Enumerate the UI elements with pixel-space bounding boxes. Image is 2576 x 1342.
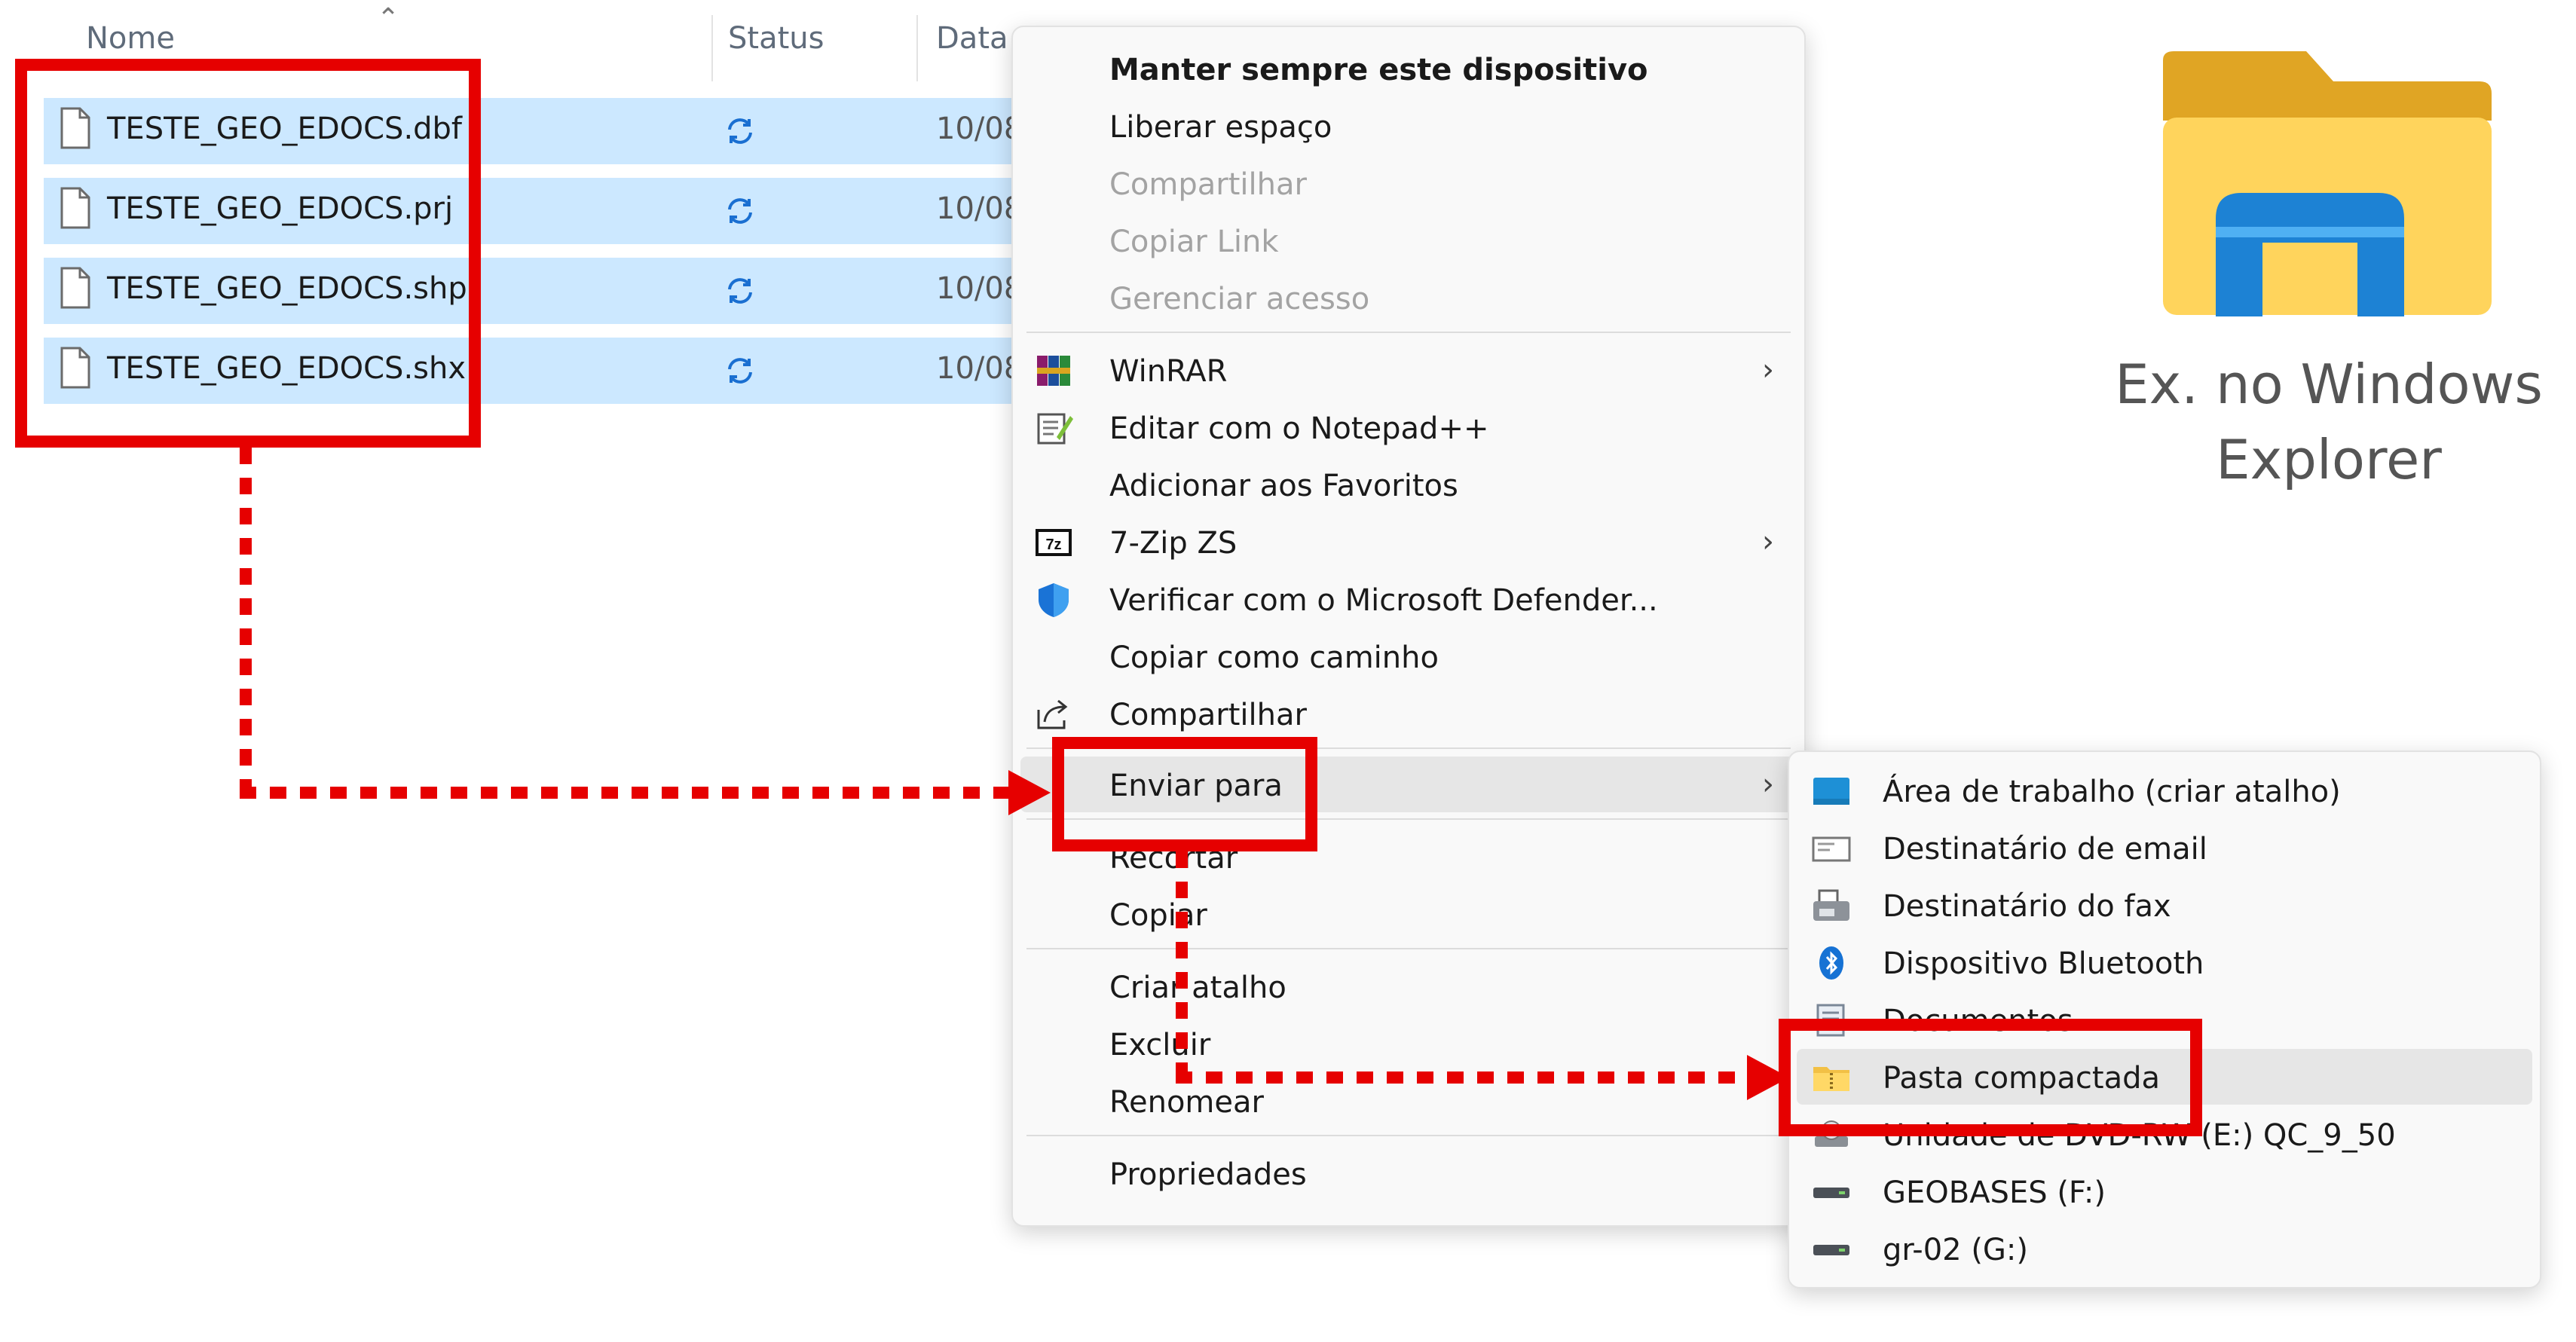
menu-item-copy[interactable]: Copiar — [1013, 886, 1804, 942]
menu-item-label: WinRAR — [1109, 354, 1228, 389]
menu-item-defender[interactable]: Verificar com o Microsoft Defender... — [1013, 571, 1804, 627]
menu-separator — [1026, 332, 1791, 333]
column-header-name[interactable]: Nome — [86, 21, 175, 56]
menu-item-label: Criar atalho — [1109, 971, 1286, 1005]
bluetooth-icon — [1819, 946, 1843, 980]
file-date: 10/08 — [936, 191, 1023, 226]
column-header-date[interactable]: Data — [936, 21, 1008, 56]
file-date: 10/08 — [936, 112, 1023, 146]
menu-item-create-shortcut[interactable]: Criar atalho — [1013, 958, 1804, 1014]
column-header-status[interactable]: Status — [728, 21, 824, 56]
annotation-box-compressed-folder — [1779, 1019, 2202, 1136]
menu-item-winrar[interactable]: WinRAR › — [1013, 342, 1804, 398]
sync-pending-icon — [728, 358, 752, 384]
menu-item-label: Copiar Link — [1109, 225, 1279, 259]
menu-item-properties[interactable]: Propriedades — [1013, 1145, 1804, 1201]
menu-item-share[interactable]: Compartilhar — [1013, 686, 1804, 741]
menu-item-label: Dispositivo Bluetooth — [1883, 946, 2204, 981]
column-divider[interactable] — [916, 15, 918, 81]
sort-ascending-icon: ⌃ — [377, 3, 400, 34]
menu-item-label: gr-02 (G:) — [1883, 1233, 2029, 1267]
annotation-dotted-line — [1176, 1071, 1748, 1084]
file-date: 10/08 — [936, 271, 1023, 306]
menu-item-label: Copiar como caminho — [1109, 640, 1439, 675]
sync-pending-icon — [728, 118, 752, 144]
share-icon — [1037, 699, 1068, 729]
annotation-dotted-line — [1176, 851, 1188, 1082]
menu-item-copy-path[interactable]: Copiar como caminho — [1013, 628, 1804, 684]
menu-item-share-onedrive: Compartilhar — [1013, 155, 1804, 211]
desktop-icon — [1813, 778, 1849, 805]
caption: Ex. no Windows Explorer — [2080, 347, 2576, 497]
menu-item-label: Verificar com o Microsoft Defender... — [1109, 583, 1658, 618]
fax-icon — [1813, 889, 1849, 921]
drive-icon — [1813, 1188, 1849, 1198]
annotation-dotted-line — [240, 448, 252, 806]
file-date: 10/08 — [936, 351, 1023, 386]
chevron-right-icon: › — [1762, 353, 1774, 387]
context-menu: Manter sempre este dispositivo Liberar e… — [1011, 26, 1806, 1227]
send-to-desktop[interactable]: Área de trabalho (criar atalho) — [1789, 763, 2540, 818]
menu-item-manage-access: Gerenciar acesso — [1013, 270, 1804, 326]
send-to-fax[interactable]: Destinatário do fax — [1789, 877, 2540, 933]
annotation-box-send-to — [1052, 737, 1317, 851]
mail-icon — [1812, 836, 1851, 862]
menu-item-label: 7-Zip ZS — [1109, 526, 1238, 561]
menu-item-label: Gerenciar acesso — [1109, 282, 1370, 316]
chevron-right-icon: › — [1762, 767, 1774, 802]
menu-item-label: Excluir — [1109, 1028, 1211, 1062]
7zip-icon: 7z — [1036, 529, 1072, 556]
menu-item-delete[interactable]: Excluir — [1013, 1016, 1804, 1071]
sync-pending-icon — [728, 278, 752, 304]
menu-item-label: Compartilhar — [1109, 698, 1307, 732]
menu-item-add-favorites[interactable]: Adicionar aos Favoritos — [1013, 457, 1804, 512]
menu-item-label: Liberar espaço — [1109, 110, 1332, 145]
menu-item-label: Propriedades — [1109, 1157, 1307, 1192]
chevron-right-icon: › — [1762, 524, 1774, 559]
annotation-arrowhead — [1008, 770, 1051, 815]
send-to-mail[interactable]: Destinatário de email — [1789, 820, 2540, 876]
menu-item-copy-link: Copiar Link — [1013, 212, 1804, 268]
menu-item-free-space[interactable]: Liberar espaço — [1013, 98, 1804, 154]
menu-item-keep-on-device[interactable]: Manter sempre este dispositivo — [1013, 41, 1804, 96]
menu-item-label: Renomear — [1109, 1085, 1264, 1120]
svg-text:7z: 7z — [1045, 536, 1061, 553]
menu-separator — [1026, 1135, 1791, 1136]
winrar-icon — [1037, 356, 1070, 386]
send-to-geobases-drive[interactable]: GEOBASES (F:) — [1789, 1163, 2540, 1219]
send-to-bluetooth[interactable]: Dispositivo Bluetooth — [1789, 934, 2540, 990]
menu-separator — [1026, 948, 1791, 949]
caption-line-2: Explorer — [2216, 428, 2442, 491]
menu-item-7zip[interactable]: 7z 7-Zip ZS › — [1013, 514, 1804, 570]
menu-item-label: Adicionar aos Favoritos — [1109, 469, 1458, 503]
send-to-gr02-drive[interactable]: gr-02 (G:) — [1789, 1221, 2540, 1276]
annotation-dotted-line — [240, 787, 1008, 799]
file-explorer-icon — [2163, 51, 2492, 316]
menu-item-label: GEOBASES (F:) — [1883, 1175, 2106, 1210]
notepad-icon — [1037, 413, 1073, 445]
column-divider[interactable] — [711, 15, 713, 81]
defender-shield-icon — [1039, 583, 1069, 617]
caption-line-1: Ex. no Windows — [2115, 353, 2543, 416]
menu-item-notepad[interactable]: Editar com o Notepad++ — [1013, 399, 1804, 455]
menu-item-label: Compartilhar — [1109, 167, 1307, 202]
menu-item-label: Editar com o Notepad++ — [1109, 411, 1489, 446]
menu-item-label: Destinatário de email — [1883, 832, 2207, 867]
menu-item-label: Manter sempre este dispositivo — [1109, 53, 1648, 87]
menu-item-label: Copiar — [1109, 898, 1207, 933]
menu-item-label: Destinatário do fax — [1883, 889, 2171, 924]
drive-icon — [1813, 1245, 1849, 1255]
menu-item-label: Área de trabalho (criar atalho) — [1883, 775, 2341, 809]
sync-pending-icon — [728, 198, 752, 224]
annotation-box-files — [15, 59, 481, 448]
